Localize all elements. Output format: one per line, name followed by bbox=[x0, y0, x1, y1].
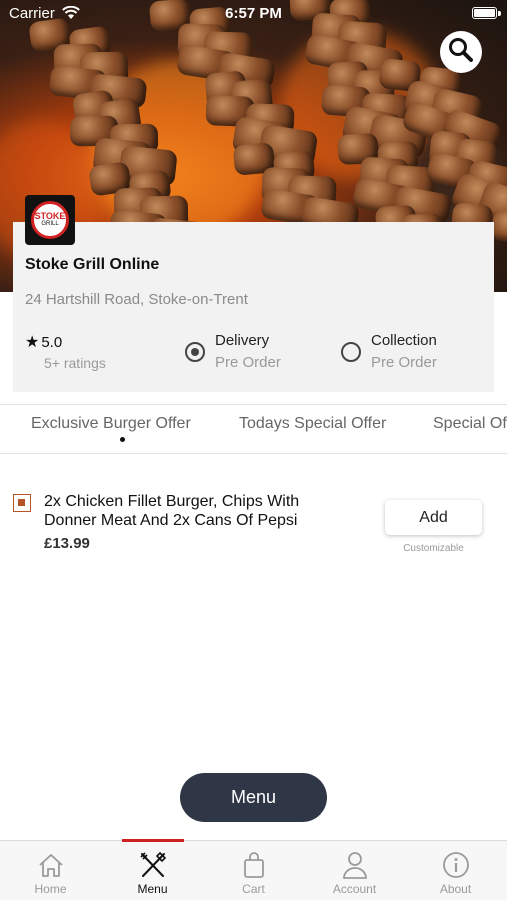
add-button[interactable]: Add bbox=[385, 500, 482, 535]
nav-menu[interactable]: Menu bbox=[102, 841, 203, 900]
nav-home-label: Home bbox=[34, 882, 67, 896]
nav-cart-label: Cart bbox=[242, 882, 265, 896]
logo-text: STOKE bbox=[34, 211, 66, 221]
nav-account-label: Account bbox=[332, 882, 377, 896]
info-icon bbox=[442, 850, 470, 880]
logo-subtext: GRILL bbox=[41, 221, 59, 227]
rating: ★ 5.0 bbox=[25, 332, 62, 352]
search-button[interactable] bbox=[440, 31, 482, 73]
shopping-bag-icon bbox=[242, 850, 266, 880]
item-price: £13.99 bbox=[44, 535, 90, 552]
user-icon bbox=[342, 850, 368, 880]
customizable-note: Customizable bbox=[403, 543, 464, 554]
nav-about[interactable]: About bbox=[405, 841, 506, 900]
utensils-icon bbox=[138, 850, 168, 880]
restaurant-logo: STOKE GRILL bbox=[25, 195, 75, 245]
star-icon: ★ bbox=[25, 334, 40, 351]
restaurant-address: 24 Hartshill Road, Stoke-on-Trent bbox=[25, 291, 248, 308]
collection-sub: Pre Order bbox=[371, 354, 437, 371]
category-tabs: Exclusive Burger Offer Todays Special Of… bbox=[0, 404, 507, 454]
delivery-label[interactable]: Delivery bbox=[215, 332, 269, 349]
restaurant-name: Stoke Grill Online bbox=[25, 256, 160, 273]
clock: 6:57 PM bbox=[225, 5, 282, 22]
logo-badge: STOKE GRILL bbox=[31, 201, 69, 239]
delivery-sub: Pre Order bbox=[215, 354, 281, 371]
item-marker-icon bbox=[13, 494, 31, 512]
rating-value: 5.0 bbox=[41, 334, 63, 351]
tab-exclusive-burger-offer[interactable]: Exclusive Burger Offer bbox=[31, 415, 191, 433]
collection-label[interactable]: Collection bbox=[371, 332, 437, 349]
nav-menu-label: Menu bbox=[137, 882, 168, 896]
battery-icon bbox=[472, 7, 497, 19]
home-icon bbox=[37, 850, 65, 880]
battery-tip bbox=[498, 11, 501, 16]
active-tab-indicator bbox=[120, 437, 125, 442]
tab-special-offer[interactable]: Special Offer bbox=[433, 415, 507, 433]
nav-active-indicator bbox=[122, 839, 184, 842]
collection-radio[interactable] bbox=[341, 342, 361, 362]
tab-todays-special-offer[interactable]: Todays Special Offer bbox=[239, 415, 386, 433]
nav-about-label: About bbox=[439, 882, 472, 896]
item-name: 2x Chicken Fillet Burger, Chips With Don… bbox=[44, 493, 300, 529]
ratings-count: 5+ ratings bbox=[44, 355, 106, 371]
bottom-nav: Home Menu Cart Account About bbox=[0, 840, 507, 900]
delivery-radio[interactable] bbox=[185, 342, 205, 362]
menu-button[interactable]: Menu bbox=[180, 773, 327, 822]
search-icon bbox=[448, 37, 474, 68]
nav-home[interactable]: Home bbox=[0, 841, 101, 900]
nav-cart[interactable]: Cart bbox=[203, 841, 304, 900]
nav-account[interactable]: Account bbox=[304, 841, 405, 900]
status-bar: Carrier 6:57 PM bbox=[0, 0, 507, 28]
